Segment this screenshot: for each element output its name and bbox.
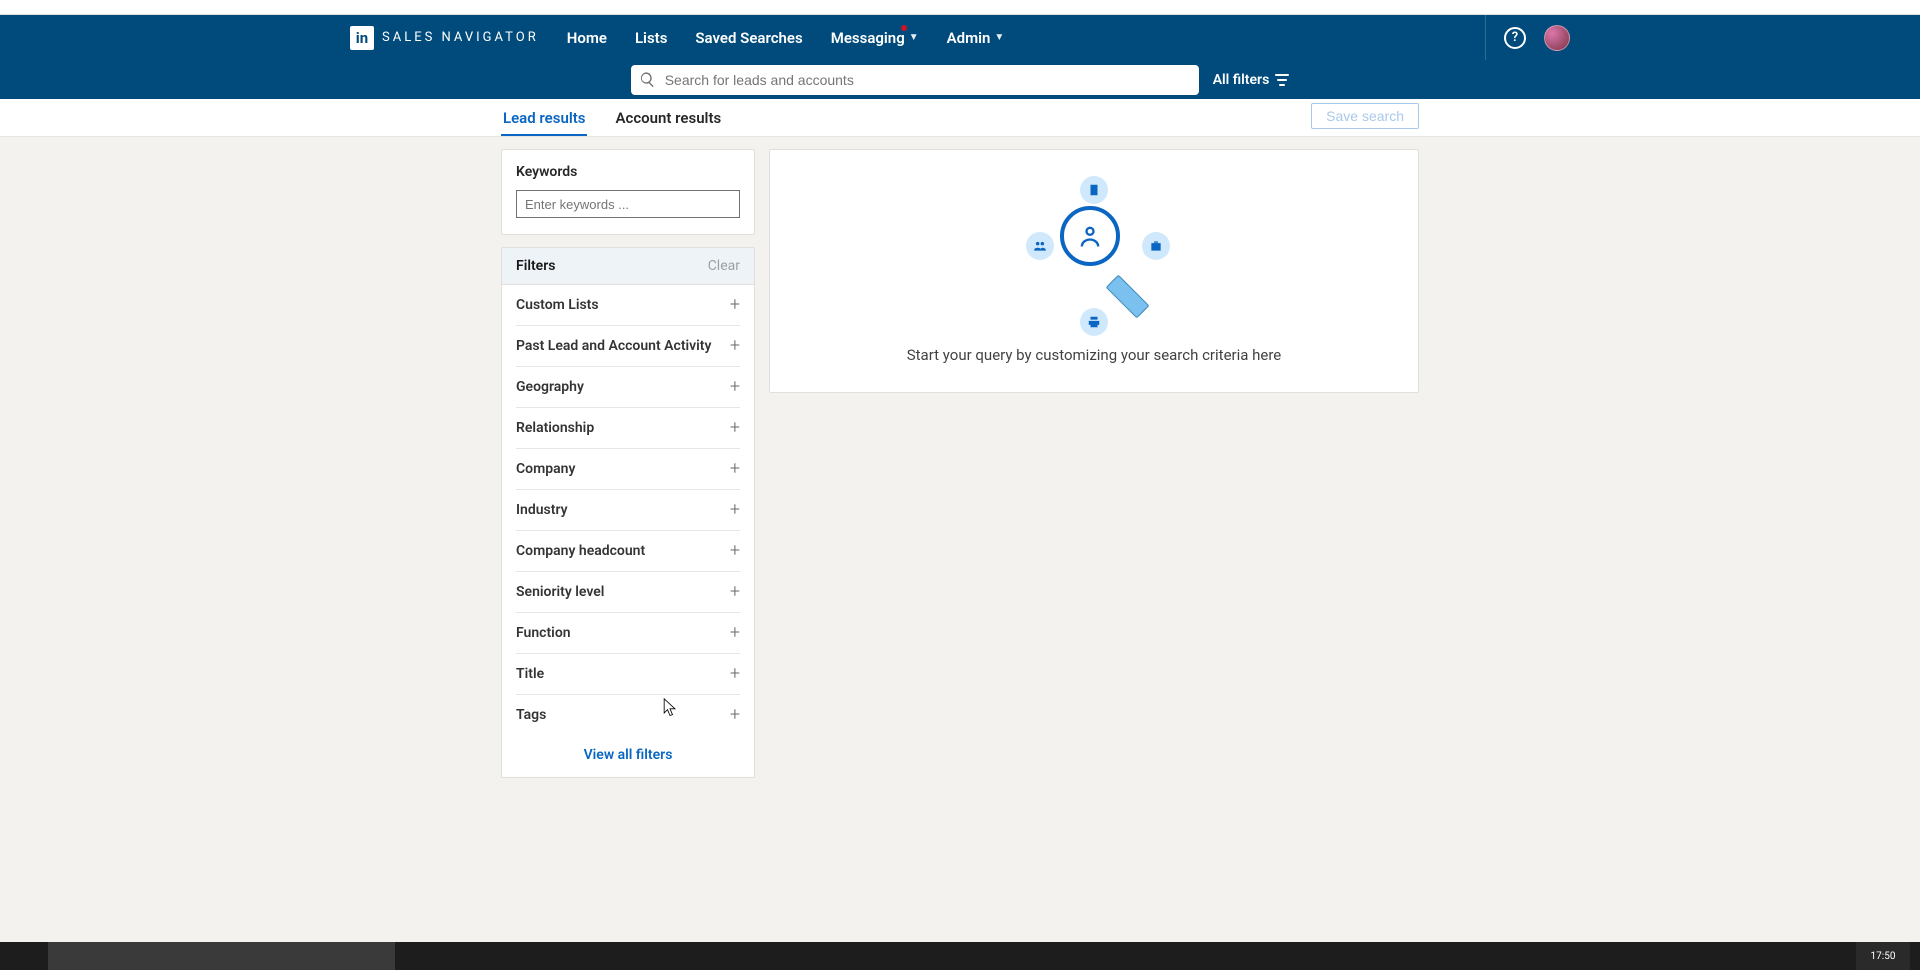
printer-icon [1080,308,1108,336]
search-icon [639,71,656,88]
keywords-input[interactable] [516,190,740,218]
help-icon[interactable]: ? [1504,27,1526,49]
filter-row-title[interactable]: Title + [516,654,740,695]
plus-icon: + [730,665,740,683]
filter-row-relationship[interactable]: Relationship + [516,408,740,449]
plus-icon: + [730,583,740,601]
filter-label: Company [516,461,575,477]
filter-row-industry[interactable]: Industry + [516,490,740,531]
plus-icon: + [730,460,740,478]
empty-results-card: Start your query by customizing your sea… [769,149,1419,393]
clear-filters-button: Clear [708,258,740,274]
filter-label: Tags [516,707,546,723]
taskbar-clock: 17:50 [1856,942,1910,970]
plus-icon: + [730,296,740,314]
empty-illustration [1014,174,1174,334]
filter-label: Geography [516,379,584,395]
content-area: Keywords Filters Clear Custom Lists+Past… [0,137,1920,970]
plus-icon: + [730,337,740,355]
view-all-filters-link[interactable]: View all filters [502,735,754,777]
filter-row-company-headcount[interactable]: Company headcount + [516,531,740,572]
filter-lines-icon [1275,74,1289,86]
filter-row-custom-lists[interactable]: Custom Lists + [516,285,740,326]
all-filters-button[interactable]: All filters [1213,72,1290,88]
building-icon [1080,176,1108,204]
filter-row-seniority-level[interactable]: Seniority level + [516,572,740,613]
nav-admin-label: Admin [947,29,991,47]
filter-label: Past Lead and Account Activity [516,338,711,354]
filter-row-function[interactable]: Function + [516,613,740,654]
filter-label: Function [516,625,571,641]
filters-title: Filters [516,258,555,274]
filter-label: Company headcount [516,543,645,559]
nav-messaging-label: Messaging [831,29,905,47]
tab-account-results[interactable]: Account results [613,109,723,136]
tab-lead-results[interactable]: Lead results [501,109,587,136]
topbar: in SALES NAVIGATOR Home Lists Saved Sear… [0,15,1920,60]
nav-messaging[interactable]: Messaging ▼ [831,29,919,47]
topbar-divider [1485,15,1486,60]
filters-card: Filters Clear Custom Lists+Past Lead and… [501,247,755,778]
filter-label: Seniority level [516,584,604,600]
filter-row-tags[interactable]: Tags + [516,695,740,735]
keywords-card: Keywords [501,149,755,235]
linkedin-icon: in [350,26,374,50]
filter-label: Industry [516,502,568,518]
plus-icon: + [730,419,740,437]
notification-badge [901,25,907,31]
results-tabs-bar: Lead results Account results Save search [0,99,1920,137]
filter-row-company[interactable]: Company + [516,449,740,490]
briefcase-icon [1142,232,1170,260]
global-search-input[interactable] [631,65,1199,95]
chevron-down-icon: ▼ [909,32,919,43]
nav-admin[interactable]: Admin ▼ [947,29,1005,47]
filter-label: Custom Lists [516,297,599,313]
os-taskbar: 17:50 [0,942,1920,970]
magnifier-person-icon [1060,206,1120,266]
plus-icon: + [730,624,740,642]
filter-row-past-lead-and-account-activity[interactable]: Past Lead and Account Activity + [516,326,740,367]
plus-icon: + [730,501,740,519]
save-search-button: Save search [1311,103,1419,129]
people-icon [1026,232,1054,260]
brand-name: SALES NAVIGATOR [382,30,539,45]
nav-lists[interactable]: Lists [635,29,667,47]
plus-icon: + [730,542,740,560]
filter-label: Relationship [516,420,594,436]
empty-state-text: Start your query by customizing your sea… [790,346,1398,364]
browser-chrome-bar [0,0,1920,15]
filter-label: Title [516,666,544,682]
chevron-down-icon: ▼ [994,32,1004,43]
brand[interactable]: in SALES NAVIGATOR [350,26,539,50]
avatar[interactable] [1544,25,1570,51]
nav-saved-searches[interactable]: Saved Searches [695,29,802,47]
filter-row-geography[interactable]: Geography + [516,367,740,408]
searchbar: All filters [0,60,1920,99]
all-filters-label: All filters [1213,72,1270,88]
plus-icon: + [730,706,740,724]
keywords-label: Keywords [516,164,740,180]
nav-home[interactable]: Home [567,29,607,47]
plus-icon: + [730,378,740,396]
magnifier-handle [1106,275,1150,319]
